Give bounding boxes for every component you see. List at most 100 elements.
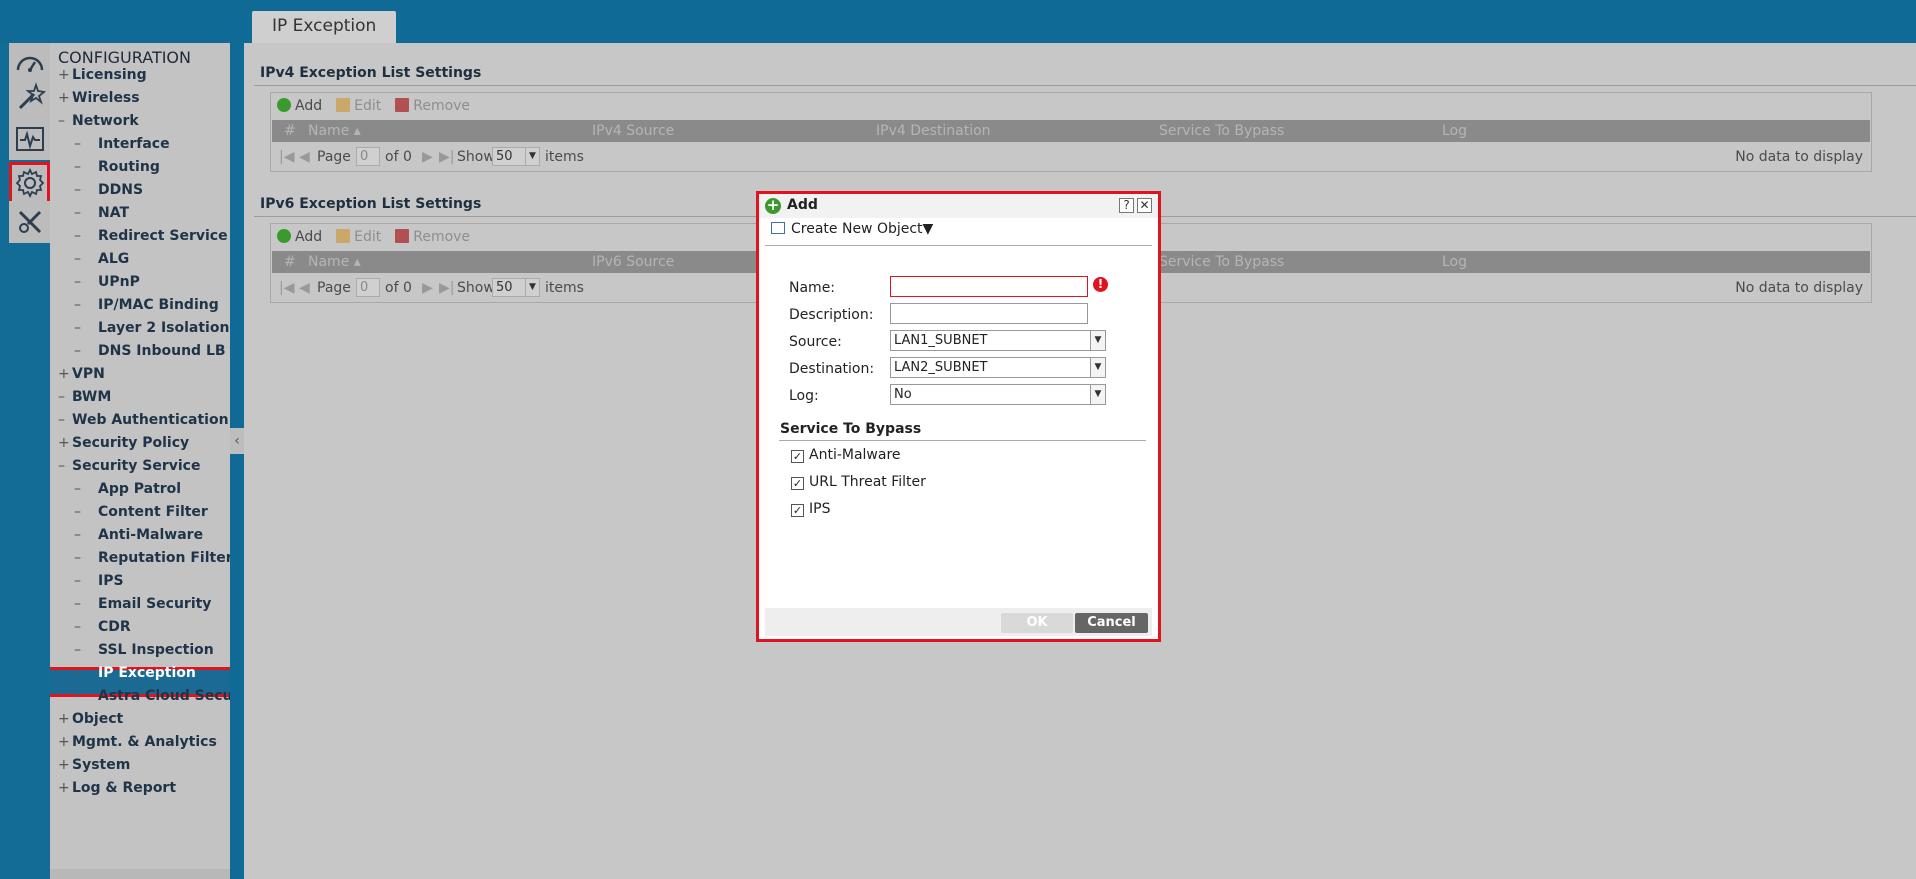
column-header-name[interactable]: Name ▴ <box>308 120 361 142</box>
name-input[interactable] <box>890 276 1088 297</box>
nav-item-anti-malware[interactable]: – Anti-Malware <box>74 524 203 547</box>
nav-item-astra-cloud-security[interactable]: – Astra Cloud Security <box>74 685 230 708</box>
page-size-select[interactable]: 50 ▼ <box>492 278 540 297</box>
nav-item-cdr[interactable]: – CDR <box>74 616 131 639</box>
tree-dash-icon: – <box>74 159 81 175</box>
nav-item-dns-inbound-lb[interactable]: – DNS Inbound LB <box>74 340 226 363</box>
ips-checkbox[interactable]: ✓ IPS <box>791 501 830 517</box>
tab-ip-exception[interactable]: IP Exception <box>252 11 397 43</box>
ipv6-remove-button[interactable]: Remove <box>395 229 470 245</box>
nav-item-wireless[interactable]: + Wireless <box>58 87 140 110</box>
first-page-icon[interactable]: |◀ <box>279 146 294 168</box>
monitor-icon[interactable] <box>9 118 50 160</box>
destination-select[interactable]: LAN2_SUBNET ▼ <box>890 357 1106 378</box>
nav-item-layer-2-isolation[interactable]: – Layer 2 Isolation <box>74 317 229 340</box>
nav-item-routing[interactable]: – Routing <box>74 156 160 179</box>
page-input[interactable]: 0 <box>356 147 380 166</box>
nav-item-email-security[interactable]: – Email Security <box>74 593 211 616</box>
log-select[interactable]: No ▼ <box>890 384 1106 405</box>
nav-item-label: IP/MAC Binding <box>98 297 219 313</box>
ipv4-remove-button[interactable]: Remove <box>395 98 470 114</box>
tree-dash-icon: – <box>74 320 81 336</box>
nav-item-log-report[interactable]: + Log & Report <box>58 777 176 800</box>
nav-item-ip-mac-binding[interactable]: – IP/MAC Binding <box>74 294 219 317</box>
expand-icon: + <box>58 366 70 382</box>
trash-icon <box>395 229 410 243</box>
column-header[interactable]: Log <box>1442 251 1467 273</box>
tree-dash-icon: – <box>74 182 81 198</box>
nav-item-upnp[interactable]: – UPnP <box>74 271 140 294</box>
nav-item-label: Log & Report <box>72 780 177 796</box>
ipv4-section-title: IPv4 Exception List Settings <box>260 65 482 81</box>
create-new-object-menu[interactable]: Create New Object▼ <box>771 221 933 237</box>
nav-item-label: Security Service <box>72 458 201 474</box>
top-bar: IP Exception <box>0 0 1916 43</box>
nav-item-bwm[interactable]: – BWM <box>58 386 111 409</box>
cancel-button[interactable]: Cancel <box>1075 613 1148 633</box>
object-icon <box>771 222 785 234</box>
nav-item-web-authentication[interactable]: – Web Authentication <box>58 409 229 432</box>
quick-setup-wizard-icon[interactable] <box>9 76 50 118</box>
nav-item-mgmt-analytics[interactable]: + Mgmt. & Analytics <box>58 731 217 754</box>
ipv4-add-button[interactable]: Add <box>277 98 322 114</box>
nav-item-ips[interactable]: – IPS <box>74 570 124 593</box>
anti-malware-checkbox[interactable]: ✓ Anti-Malware <box>791 447 901 463</box>
configuration-gear-icon[interactable] <box>9 162 50 204</box>
description-label: Description: <box>789 307 874 323</box>
page-size-select[interactable]: 50 ▼ <box>492 147 540 166</box>
maintenance-tools-icon[interactable] <box>9 201 50 243</box>
last-page-icon[interactable]: ▶| <box>439 277 454 299</box>
collapse-panel-icon[interactable]: ‹ <box>230 428 244 454</box>
column-header[interactable]: Service To Bypass <box>1159 251 1284 273</box>
nav-item-content-filter[interactable]: – Content Filter <box>74 501 208 524</box>
ipv4-edit-label: Edit <box>354 98 382 114</box>
ipv6-edit-button[interactable]: Edit <box>336 229 381 245</box>
edit-icon <box>336 98 351 112</box>
nav-item-ssl-inspection[interactable]: – SSL Inspection <box>74 639 214 662</box>
dialog-divider <box>765 245 1152 246</box>
ipv4-edit-button[interactable]: Edit <box>336 98 381 114</box>
column-header[interactable]: Service To Bypass <box>1159 120 1284 142</box>
column-header-name[interactable]: Name ▴ <box>308 251 361 273</box>
column-header[interactable]: IPv4 Source <box>592 120 674 142</box>
nav-item-security-policy[interactable]: + Security Policy <box>58 432 189 455</box>
tree-dash-icon: – <box>74 642 81 658</box>
first-page-icon[interactable]: |◀ <box>279 277 294 299</box>
nav-item-interface[interactable]: – Interface <box>74 133 170 156</box>
column-header[interactable]: IPv4 Destination <box>876 120 991 142</box>
nav-item-app-patrol[interactable]: – App Patrol <box>74 478 181 501</box>
name-label: Name: <box>789 280 836 296</box>
ipv6-add-button[interactable]: Add <box>277 229 322 245</box>
next-page-icon[interactable]: ▶ <box>422 277 433 299</box>
column-header[interactable]: Log <box>1442 120 1467 142</box>
nav-item-object[interactable]: + Object <box>58 708 123 731</box>
description-input[interactable] <box>890 303 1088 324</box>
close-icon[interactable]: ✕ <box>1137 198 1152 213</box>
add-dialog: + Add ? ✕ Create New Object▼ Name: ! Des… <box>756 191 1161 642</box>
page-label: Page <box>317 149 351 165</box>
nav-item-licensing[interactable]: + Licensing <box>58 64 147 87</box>
prev-page-icon[interactable]: ◀ <box>299 146 310 168</box>
url-threat-filter-checkbox[interactable]: ✓ URL Threat Filter <box>791 474 926 490</box>
nav-item-network[interactable]: – Network <box>58 110 139 133</box>
column-header[interactable]: IPv6 Source <box>592 251 674 273</box>
help-icon[interactable]: ? <box>1119 198 1134 213</box>
nav-item-security-service[interactable]: – Security Service <box>58 455 200 478</box>
nav-item-system[interactable]: + System <box>58 754 130 777</box>
nav-item-ip-exception[interactable]: – IP Exception <box>74 662 196 685</box>
next-page-icon[interactable]: ▶ <box>422 146 433 168</box>
nav-item-redirect-service[interactable]: – Redirect Service <box>74 225 228 248</box>
source-select[interactable]: LAN1_SUBNET ▼ <box>890 330 1106 351</box>
prev-page-icon[interactable]: ◀ <box>299 277 310 299</box>
nav-item-reputation-filter[interactable]: – Reputation Filter <box>74 547 230 570</box>
nav-item-ddns[interactable]: – DDNS <box>74 179 143 202</box>
nav-item-nat[interactable]: – NAT <box>74 202 129 225</box>
nav-item-label: Content Filter <box>98 504 208 520</box>
page-input[interactable]: 0 <box>356 278 380 297</box>
nav-item-alg[interactable]: – ALG <box>74 248 129 271</box>
nav-scrollbar[interactable] <box>50 869 230 879</box>
ok-button[interactable]: OK <box>1001 613 1073 633</box>
expand-icon: + <box>58 734 70 750</box>
last-page-icon[interactable]: ▶| <box>439 146 454 168</box>
nav-item-vpn[interactable]: + VPN <box>58 363 105 386</box>
